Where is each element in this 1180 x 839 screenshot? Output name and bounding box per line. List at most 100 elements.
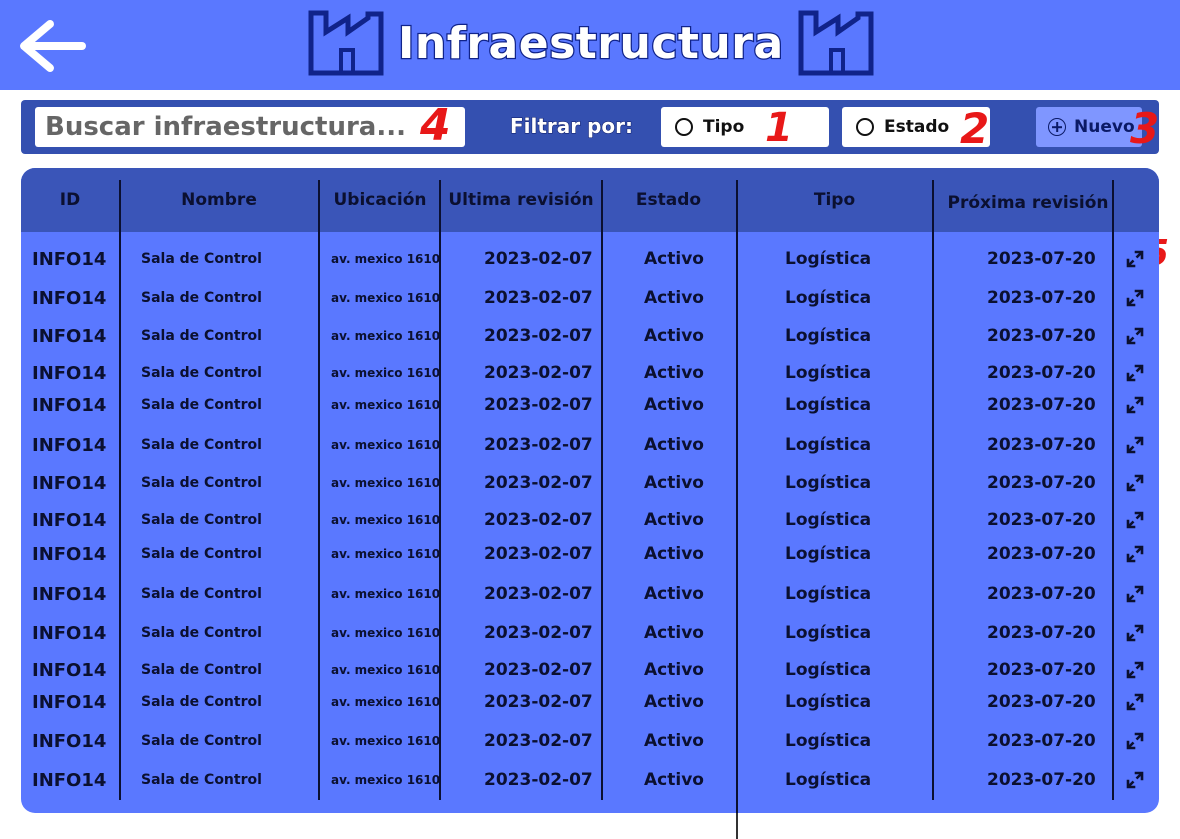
annotation-4: 4 xyxy=(420,100,451,151)
filter-tipo-radio[interactable]: Tipo xyxy=(661,107,829,147)
radio-circle-icon xyxy=(856,118,874,136)
table-row[interactable]: INFO14 Sala de Control av. mexico 1610 2023… xyxy=(21,505,1159,535)
expand-icon[interactable] xyxy=(1125,770,1145,790)
cell-nombre: Sala de Control xyxy=(141,397,262,413)
table-row[interactable]: INFO14 Sala de Control av. mexico 1610 2023… xyxy=(21,321,1159,351)
cell-id: INFO14 xyxy=(32,287,107,309)
expand-icon[interactable] xyxy=(1125,395,1145,415)
cell-estado: Activo xyxy=(644,584,704,604)
expand-icon[interactable] xyxy=(1125,510,1145,530)
cell-estado: Activo xyxy=(644,510,704,530)
cell-ultima-revision: 2023-02-07 xyxy=(484,584,593,604)
expand-icon[interactable] xyxy=(1125,473,1145,493)
arrow-left-icon xyxy=(20,20,86,72)
column-header-id: ID xyxy=(59,190,81,210)
expand-icon[interactable] xyxy=(1125,326,1145,346)
table-row[interactable]: INFO14 Sala de Control av. mexico 1610 2023… xyxy=(21,468,1159,498)
cell-estado: Activo xyxy=(644,288,704,308)
cell-id: INFO14 xyxy=(32,472,107,494)
column-header-nombre: Nombre xyxy=(181,190,257,210)
cell-ultima-revision: 2023-02-07 xyxy=(484,326,593,346)
column-header-proxima-revision: Próxima revisión xyxy=(947,193,1109,213)
table-row[interactable]: INFO14 Sala de Control av. mexico 1610 2023… xyxy=(21,244,1159,274)
expand-icon[interactable] xyxy=(1125,692,1145,712)
cell-id: INFO14 xyxy=(32,394,107,416)
table-row[interactable]: INFO14 Sala de Control av. mexico 1610 2023… xyxy=(21,655,1159,685)
filter-label: Filtrar por: xyxy=(509,114,634,139)
cell-ubicacion: av. mexico 1610 xyxy=(331,626,441,640)
expand-icon[interactable] xyxy=(1125,584,1145,604)
expand-icon[interactable] xyxy=(1125,623,1145,643)
column-header-ubicacion: Ubicación xyxy=(333,190,427,210)
cell-tipo: Logística xyxy=(785,544,872,564)
cell-ultima-revision: 2023-02-07 xyxy=(484,623,593,643)
cell-nombre: Sala de Control xyxy=(141,662,262,678)
cell-nombre: Sala de Control xyxy=(141,733,262,749)
expand-icon[interactable] xyxy=(1125,249,1145,269)
cell-ubicacion: av. mexico 1610 xyxy=(331,438,441,452)
cell-ultima-revision: 2023-02-07 xyxy=(484,435,593,455)
cell-id: INFO14 xyxy=(32,543,107,565)
cell-tipo: Logística xyxy=(785,435,872,455)
expand-icon[interactable] xyxy=(1125,660,1145,680)
cell-proxima-revision: 2023-07-20 xyxy=(987,435,1096,455)
new-button[interactable]: Nuevo xyxy=(1036,107,1142,147)
cell-nombre: Sala de Control xyxy=(141,546,262,562)
table-row[interactable]: INFO14 Sala de Control av. mexico 1610 2023… xyxy=(21,358,1159,388)
expand-icon[interactable] xyxy=(1125,288,1145,308)
cell-estado: Activo xyxy=(644,395,704,415)
cell-id: INFO14 xyxy=(32,691,107,713)
table-row[interactable]: INFO14 Sala de Control av. mexico 1610 2023… xyxy=(21,618,1159,648)
cell-id: INFO14 xyxy=(32,434,107,456)
cell-id: INFO14 xyxy=(32,769,107,791)
expand-icon[interactable] xyxy=(1125,435,1145,455)
annotation-1: 1 xyxy=(765,105,793,151)
cell-ultima-revision: 2023-02-07 xyxy=(484,692,593,712)
cell-ultima-revision: 2023-02-07 xyxy=(484,249,593,269)
title-group: Infraestructura xyxy=(308,10,874,76)
cell-proxima-revision: 2023-07-20 xyxy=(987,770,1096,790)
cell-tipo: Logística xyxy=(785,731,872,751)
cell-id: INFO14 xyxy=(32,362,107,384)
cell-ultima-revision: 2023-02-07 xyxy=(484,770,593,790)
table-row[interactable]: INFO14 Sala de Control av. mexico 1610 2023… xyxy=(21,283,1159,313)
cell-ultima-revision: 2023-02-07 xyxy=(484,510,593,530)
expand-icon[interactable] xyxy=(1125,544,1145,564)
table-row[interactable]: INFO14 Sala de Control av. mexico 1610 2023… xyxy=(21,687,1159,717)
page-title: Infraestructura xyxy=(397,16,785,70)
cell-proxima-revision: 2023-07-20 xyxy=(987,692,1096,712)
cell-ultima-revision: 2023-02-07 xyxy=(484,731,593,751)
cell-proxima-revision: 2023-07-20 xyxy=(987,510,1096,530)
cell-tipo: Logística xyxy=(785,363,872,383)
cell-tipo: Logística xyxy=(785,473,872,493)
annotation-3: 3 xyxy=(1130,104,1160,153)
expand-icon[interactable] xyxy=(1125,731,1145,751)
cell-id: INFO14 xyxy=(32,730,107,752)
cell-ubicacion: av. mexico 1610 xyxy=(331,513,441,527)
cell-estado: Activo xyxy=(644,692,704,712)
back-button[interactable] xyxy=(16,18,90,74)
table-row[interactable]: INFO14 Sala de Control av. mexico 1610 2023… xyxy=(21,539,1159,569)
cell-proxima-revision: 2023-07-20 xyxy=(987,623,1096,643)
factory-icon xyxy=(798,10,874,76)
cell-estado: Activo xyxy=(644,544,704,564)
expand-icon[interactable] xyxy=(1125,363,1145,383)
cell-proxima-revision: 2023-07-20 xyxy=(987,326,1096,346)
cell-id: INFO14 xyxy=(32,509,107,531)
cell-tipo: Logística xyxy=(785,288,872,308)
table-row[interactable]: INFO14 Sala de Control av. mexico 1610 2023… xyxy=(21,765,1159,795)
infrastructure-table: ID Nombre Ubicación Ultima revisión Esta… xyxy=(21,168,1159,813)
search-input[interactable]: Buscar infraestructura... xyxy=(35,107,465,147)
table-row[interactable]: INFO14 Sala de Control av. mexico 1610 2023… xyxy=(21,726,1159,756)
table-row[interactable]: INFO14 Sala de Control av. mexico 1610 2023… xyxy=(21,430,1159,460)
cell-ubicacion: av. mexico 1610 xyxy=(331,734,441,748)
column-divider-overflow xyxy=(736,813,738,839)
cell-tipo: Logística xyxy=(785,623,872,643)
new-button-label: Nuevo xyxy=(1074,117,1135,137)
cell-nombre: Sala de Control xyxy=(141,694,262,710)
plus-circle-icon xyxy=(1048,118,1066,136)
cell-proxima-revision: 2023-07-20 xyxy=(987,288,1096,308)
table-row[interactable]: INFO14 Sala de Control av. mexico 1610 2023… xyxy=(21,579,1159,609)
table-row[interactable]: INFO14 Sala de Control av. mexico 1610 2023… xyxy=(21,390,1159,420)
cell-tipo: Logística xyxy=(785,395,872,415)
